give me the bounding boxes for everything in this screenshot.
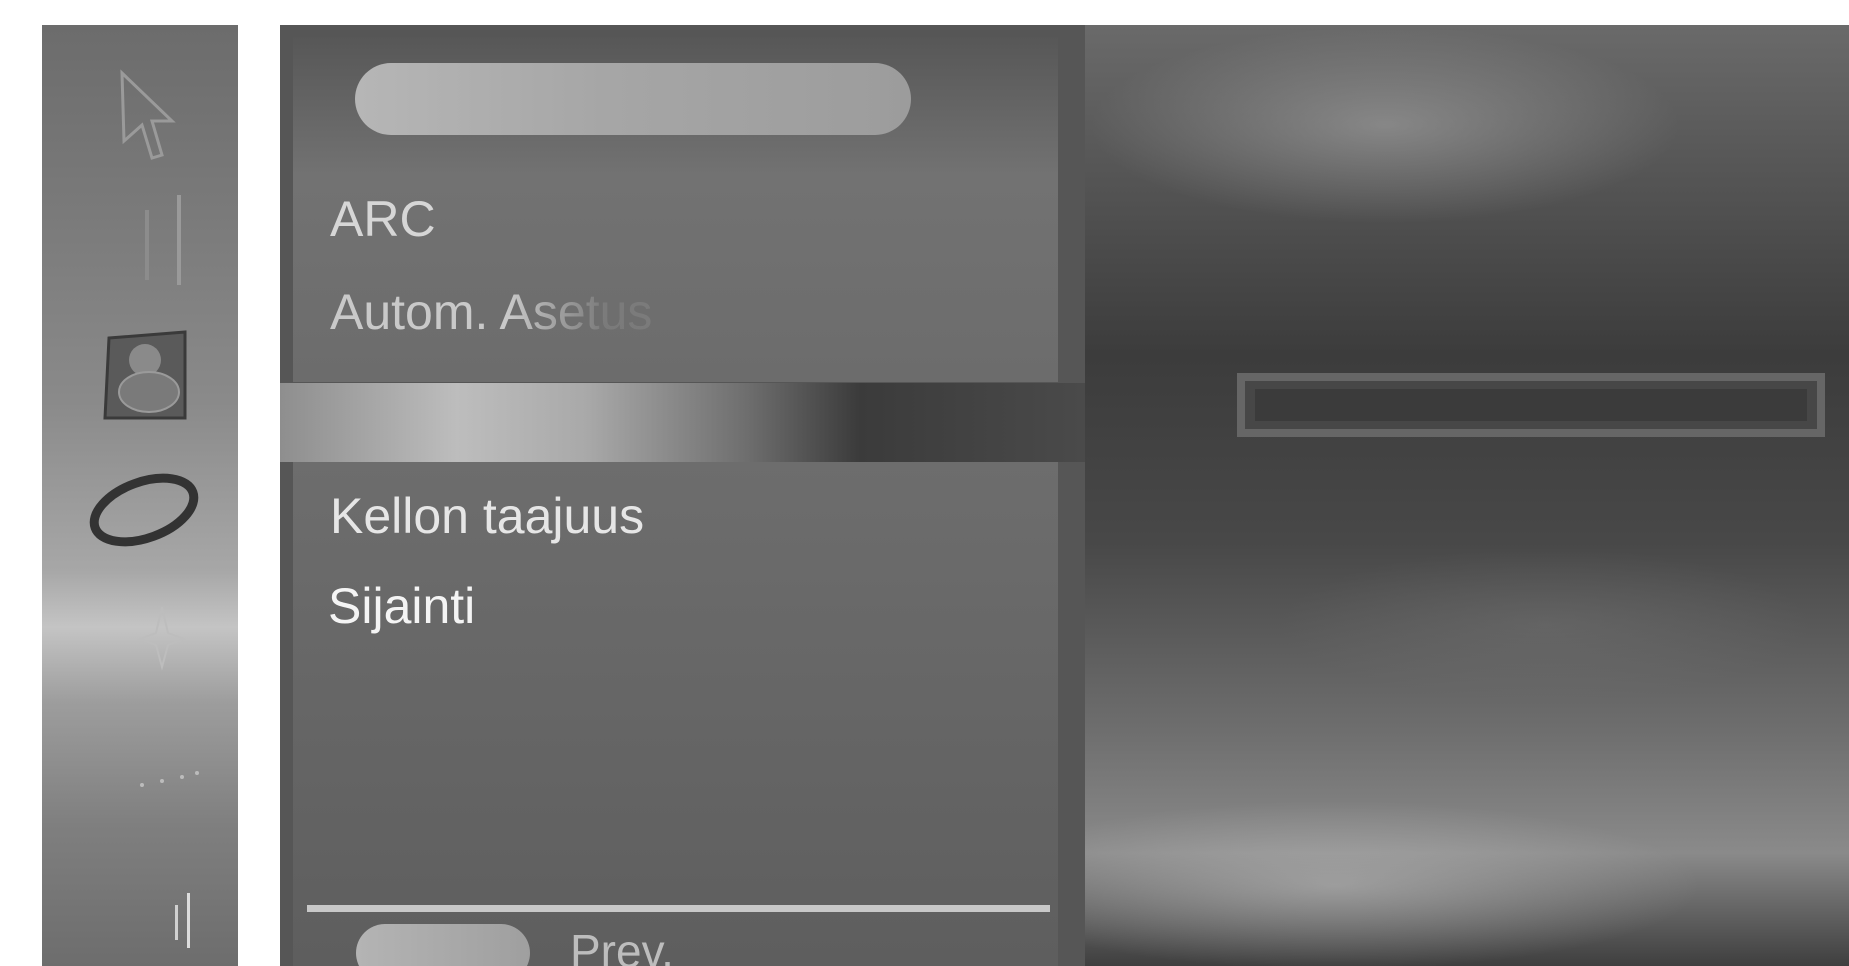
menu-item-clock-frequency[interactable]: Kellon taajuus [330,487,644,545]
adjustment-bar-track [1255,389,1807,421]
footer-divider [307,905,1050,912]
cursor-arrow-icon[interactable] [112,63,182,163]
disc-icon[interactable] [97,320,197,430]
osd-screen: ARC Autom. Asetus Kellon taajuus Sijaint… [0,0,1849,966]
vertical-bars-icon[interactable] [137,190,197,290]
menu-title-bar [355,63,911,135]
menu-item-auto-setup[interactable]: Autom. Asetus [330,283,652,341]
menu-item-arc[interactable]: ARC [330,190,436,248]
video-preview [1085,25,1849,966]
dots-icon[interactable] [122,755,212,805]
ring-icon[interactable] [84,465,204,555]
adjustment-bar[interactable] [1237,373,1825,437]
menu-divider-band [280,383,1085,462]
menu-item-position[interactable]: Sijainti [328,577,475,635]
prev-label: Prev. [570,925,674,966]
lines-icon[interactable] [157,885,207,955]
category-sidebar [42,25,238,966]
star-icon[interactable] [132,595,192,675]
menu-panel: ARC Autom. Asetus Kellon taajuus Sijaint… [280,25,1085,966]
prev-button[interactable] [356,924,530,966]
